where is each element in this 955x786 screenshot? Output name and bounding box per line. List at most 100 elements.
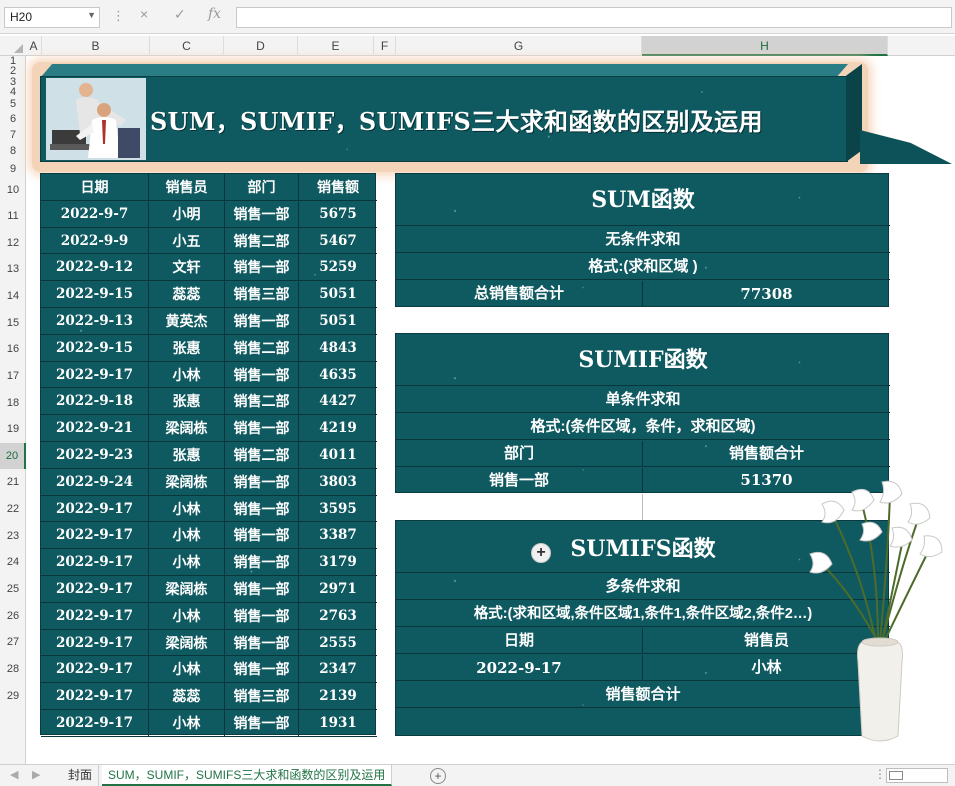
cell-department[interactable]: 销售一部 bbox=[225, 522, 299, 550]
cell-sales-amount[interactable]: 4011 bbox=[299, 442, 377, 469]
row-header[interactable]: 6 bbox=[0, 111, 26, 128]
prev-sheet-icon[interactable]: ◀ bbox=[10, 768, 18, 781]
cell-department[interactable]: 销售二部 bbox=[225, 388, 299, 416]
sumif-title[interactable]: SUMIF函数 bbox=[396, 334, 890, 385]
cell-date[interactable]: 2022-9-23 bbox=[41, 442, 149, 469]
cell-date[interactable]: 2022-9-17 bbox=[41, 549, 149, 576]
cell-salesperson[interactable]: 小林 bbox=[149, 522, 225, 550]
cell-salesperson[interactable]: 文轩 bbox=[149, 254, 225, 282]
column-header-d[interactable]: D bbox=[224, 36, 298, 56]
cell-date[interactable]: 2022-9-12 bbox=[41, 254, 149, 282]
cell-date[interactable]: 2022-9-7 bbox=[41, 200, 149, 228]
cell-date[interactable]: 2022-9-17 bbox=[41, 495, 149, 523]
row-header[interactable]: 4 bbox=[0, 87, 26, 98]
sum-title[interactable]: SUM函数 bbox=[396, 174, 890, 225]
select-all-corner[interactable] bbox=[0, 36, 26, 56]
cell-salesperson[interactable]: 小林 bbox=[149, 495, 225, 523]
cell-sales-amount[interactable]: 4219 bbox=[299, 415, 377, 442]
sum-desc[interactable]: 无条件求和 bbox=[396, 227, 890, 252]
cell-salesperson[interactable]: 张惠 bbox=[149, 388, 225, 416]
cell-sales-amount[interactable]: 3803 bbox=[299, 469, 377, 496]
cancel-icon[interactable]: × bbox=[140, 6, 148, 22]
cell-salesperson[interactable]: 梁阔栋 bbox=[149, 415, 225, 442]
row-header[interactable]: 5 bbox=[0, 97, 26, 111]
cell-salesperson[interactable]: 小林 bbox=[149, 656, 225, 684]
cell-department[interactable]: 销售一部 bbox=[225, 549, 299, 576]
row-header[interactable]: 26 bbox=[0, 603, 26, 629]
scrollbar-thumb[interactable] bbox=[889, 771, 903, 780]
cell-sales-amount[interactable]: 4843 bbox=[299, 335, 377, 362]
cell-salesperson[interactable]: 小林 bbox=[149, 602, 225, 630]
cell-department[interactable]: 销售一部 bbox=[225, 415, 299, 442]
add-sheet-icon[interactable]: + bbox=[430, 768, 446, 784]
cell-sales-amount[interactable]: 3595 bbox=[299, 496, 377, 523]
cell-department[interactable]: 销售一部 bbox=[225, 308, 299, 335]
cell-department[interactable]: 销售一部 bbox=[225, 629, 299, 657]
cell-salesperson[interactable]: 小林 bbox=[149, 549, 225, 576]
cell-department[interactable]: 销售三部 bbox=[225, 281, 299, 308]
cell-sales-amount[interactable]: 4635 bbox=[299, 362, 377, 389]
cell-salesperson[interactable]: 张惠 bbox=[149, 334, 225, 362]
cell-salesperson[interactable]: 黄英杰 bbox=[149, 308, 225, 335]
column-header-f[interactable]: F bbox=[374, 36, 396, 56]
sumif-desc[interactable]: 单条件求和 bbox=[396, 387, 890, 412]
cell-salesperson[interactable]: 蕊蕊 bbox=[149, 281, 225, 308]
row-header[interactable]: 12 bbox=[0, 230, 26, 256]
cell-salesperson[interactable]: 梁阔栋 bbox=[149, 629, 225, 657]
row-header[interactable]: 11 bbox=[0, 203, 26, 230]
cell-department[interactable]: 销售二部 bbox=[225, 334, 299, 362]
row-header[interactable]: 8 bbox=[0, 143, 26, 160]
cell-sales-amount[interactable]: 5467 bbox=[299, 228, 377, 255]
cell-date[interactable]: 2022-9-13 bbox=[41, 308, 149, 335]
enter-icon[interactable]: ✓ bbox=[174, 6, 186, 23]
chevron-down-icon[interactable]: ▼ bbox=[87, 10, 96, 20]
horizontal-scrollbar[interactable] bbox=[886, 768, 948, 783]
cell-sales-amount[interactable]: 4427 bbox=[299, 388, 377, 416]
formula-input[interactable] bbox=[236, 7, 952, 28]
column-header-a[interactable]: A bbox=[26, 36, 42, 56]
more-vertical-icon[interactable]: ⋮ bbox=[112, 8, 125, 24]
row-header[interactable]: 9 bbox=[0, 160, 26, 178]
row-header[interactable]: 21 bbox=[0, 469, 26, 496]
cell-date[interactable]: 2022-9-18 bbox=[41, 388, 149, 416]
cell-department[interactable]: 销售二部 bbox=[225, 442, 299, 469]
cell-sales-amount[interactable]: 5051 bbox=[299, 308, 377, 335]
cell-sales-amount[interactable]: 2971 bbox=[299, 576, 377, 603]
sumif-col1-header[interactable]: 部门 bbox=[396, 441, 643, 466]
cell-salesperson[interactable]: 张惠 bbox=[149, 442, 225, 469]
cell-date[interactable]: 2022-9-17 bbox=[41, 710, 149, 737]
cell-date[interactable]: 2022-9-17 bbox=[41, 656, 149, 684]
cell-department[interactable]: 销售一部 bbox=[225, 361, 299, 389]
row-header[interactable]: 27 bbox=[0, 629, 26, 656]
cell-department[interactable]: 销售一部 bbox=[225, 468, 299, 496]
cell-sales-amount[interactable]: 3179 bbox=[299, 549, 377, 576]
function-icon[interactable]: fx bbox=[208, 6, 221, 22]
row-header[interactable]: 15 bbox=[0, 310, 26, 336]
cell-date[interactable]: 2022-9-17 bbox=[41, 522, 149, 550]
more-vertical-icon[interactable]: ⋮ bbox=[874, 767, 886, 781]
sum-total-value[interactable]: 77308 bbox=[643, 281, 890, 307]
cell-sales-amount[interactable]: 2555 bbox=[299, 630, 377, 657]
cell-date[interactable]: 2022-9-9 bbox=[41, 227, 149, 255]
cell-department[interactable]: 销售一部 bbox=[225, 200, 299, 228]
next-sheet-icon[interactable]: ▶ bbox=[32, 768, 40, 781]
sheet-tab-sum-functions[interactable]: SUM，SUMIF，SUMIFS三大求和函数的区别及运用 bbox=[102, 765, 393, 786]
sumif-col1-value[interactable]: 销售一部 bbox=[396, 468, 643, 493]
cell-sales-amount[interactable]: 3387 bbox=[299, 522, 377, 550]
sum-format[interactable]: 格式:(求和区域 ) bbox=[396, 254, 890, 279]
sumif-format[interactable]: 格式:(条件区域，条件，求和区域) bbox=[396, 414, 890, 439]
cell-date[interactable]: 2022-9-17 bbox=[41, 602, 149, 630]
cell-department[interactable]: 销售一部 bbox=[225, 576, 299, 603]
row-header[interactable]: 20 bbox=[0, 443, 26, 469]
cell-salesperson[interactable]: 小林 bbox=[149, 710, 225, 737]
sum-total-label[interactable]: 总销售额合计 bbox=[396, 281, 643, 307]
column-header-h[interactable]: H bbox=[642, 36, 888, 56]
row-header[interactable]: 2 bbox=[0, 66, 26, 77]
cell-date[interactable]: 2022-9-17 bbox=[41, 361, 149, 389]
sheet-tab-cover[interactable]: 封面 bbox=[62, 765, 100, 786]
row-header[interactable]: 13 bbox=[0, 256, 26, 283]
cell-sales-amount[interactable]: 1931 bbox=[299, 710, 377, 737]
row-header[interactable]: 16 bbox=[0, 336, 26, 363]
cell-date[interactable]: 2022-9-15 bbox=[41, 334, 149, 362]
name-box[interactable]: H20 ▼ bbox=[4, 7, 100, 28]
